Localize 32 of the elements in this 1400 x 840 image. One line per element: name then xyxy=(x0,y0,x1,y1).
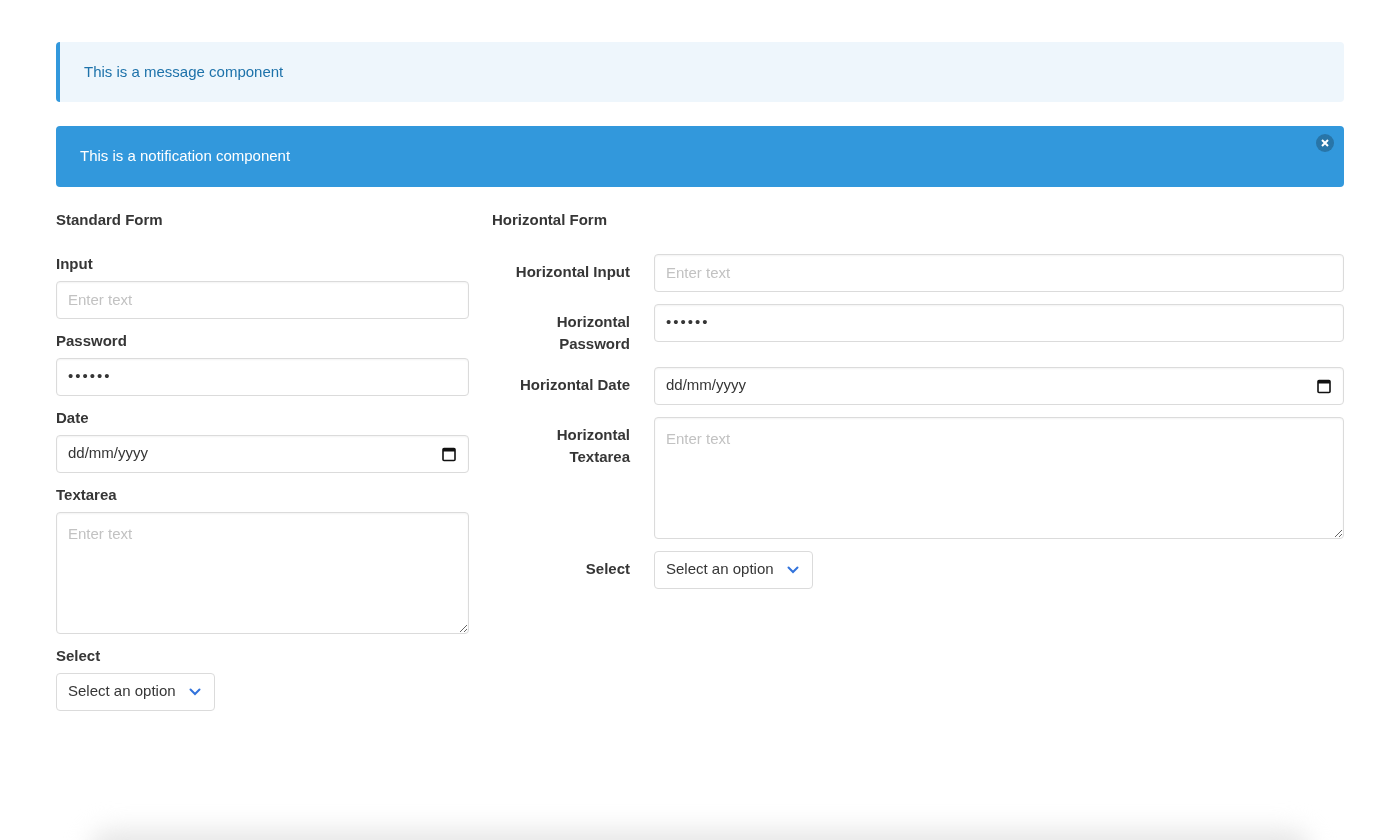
field-label: Select xyxy=(56,645,101,666)
calendar-icon[interactable] xyxy=(441,445,457,462)
chevron-down-icon xyxy=(786,565,799,574)
field-label: Input xyxy=(56,253,93,274)
field-label: Textarea xyxy=(56,484,117,505)
text-input[interactable]: Enter text xyxy=(56,280,469,319)
notification-text: This is a notification component xyxy=(80,146,291,167)
date-input[interactable]: dd/mm/yyyy xyxy=(56,434,469,473)
section-title: Horizontal Form xyxy=(492,210,608,230)
textarea-input[interactable]: Enter text xyxy=(654,416,1344,539)
section-title: Standard Form xyxy=(56,210,164,230)
close-icon xyxy=(1321,139,1329,147)
select-dropdown[interactable]: Select an option xyxy=(654,550,813,589)
field-label: Horizontal Input xyxy=(514,261,630,282)
select-dropdown[interactable]: Select an option xyxy=(56,672,215,711)
close-button[interactable] xyxy=(1316,134,1334,152)
field-label: Select xyxy=(584,558,630,579)
date-input[interactable]: dd/mm/yyyy xyxy=(654,366,1344,405)
password-input[interactable]: •••••• xyxy=(654,303,1344,342)
date-value: dd/mm/yyyy xyxy=(68,443,148,464)
calendar-icon[interactable] xyxy=(1316,377,1332,394)
password-input[interactable]: •••••• xyxy=(56,357,469,396)
field-label: Horizontal Date xyxy=(519,374,630,395)
field-label: Horizontal Password xyxy=(555,311,630,354)
chevron-down-icon xyxy=(188,687,201,696)
date-value: dd/mm/yyyy xyxy=(666,375,746,396)
textarea-input[interactable]: Enter text xyxy=(56,511,469,634)
field-label: Password xyxy=(56,330,127,351)
field-label: Horizontal Textarea xyxy=(555,424,630,467)
field-label: Date xyxy=(56,407,89,428)
text-input[interactable]: Enter text xyxy=(654,253,1344,292)
message-box: This is a message component xyxy=(56,42,1344,102)
